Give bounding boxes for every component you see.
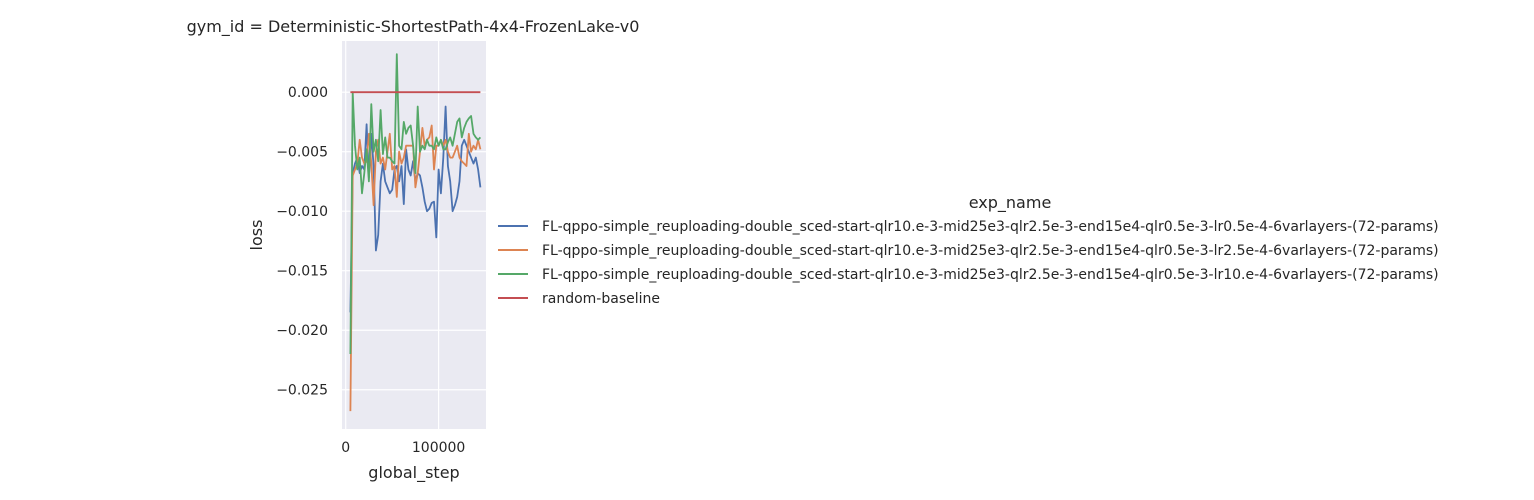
legend-label-0: FL-qppo-simple_reuploading-double_sced-s… [542, 219, 1439, 235]
y-tick-label: −0.010 [276, 204, 328, 220]
legend-label-3: random-baseline [542, 291, 660, 307]
y-tick-label: 0.000 [288, 85, 328, 101]
y-tick-label: −0.025 [276, 383, 328, 399]
legend: exp_name FL-qppo-simple_reuploading-doub… [498, 193, 1439, 307]
x-tick-label: 100000 [412, 440, 465, 456]
legend-items: FL-qppo-simple_reuploading-double_sced-s… [498, 219, 1439, 307]
y-tick-label: −0.015 [276, 264, 328, 280]
facet-title: gym_id = Deterministic-ShortestPath-4x4-… [187, 17, 640, 37]
x-axis-label: global_step [368, 463, 459, 483]
legend-title: exp_name [969, 193, 1052, 213]
y-tick-label: −0.005 [276, 145, 328, 161]
legend-label-2: FL-qppo-simple_reuploading-double_sced-s… [542, 267, 1439, 283]
plot-area [342, 41, 486, 429]
y-axis-label: loss [247, 220, 266, 251]
chart: gym_id = Deterministic-ShortestPath-4x4-… [187, 17, 1439, 483]
y-tick-label: −0.020 [276, 323, 328, 339]
x-tick-label: 0 [341, 440, 350, 456]
legend-label-1: FL-qppo-simple_reuploading-double_sced-s… [542, 243, 1439, 259]
